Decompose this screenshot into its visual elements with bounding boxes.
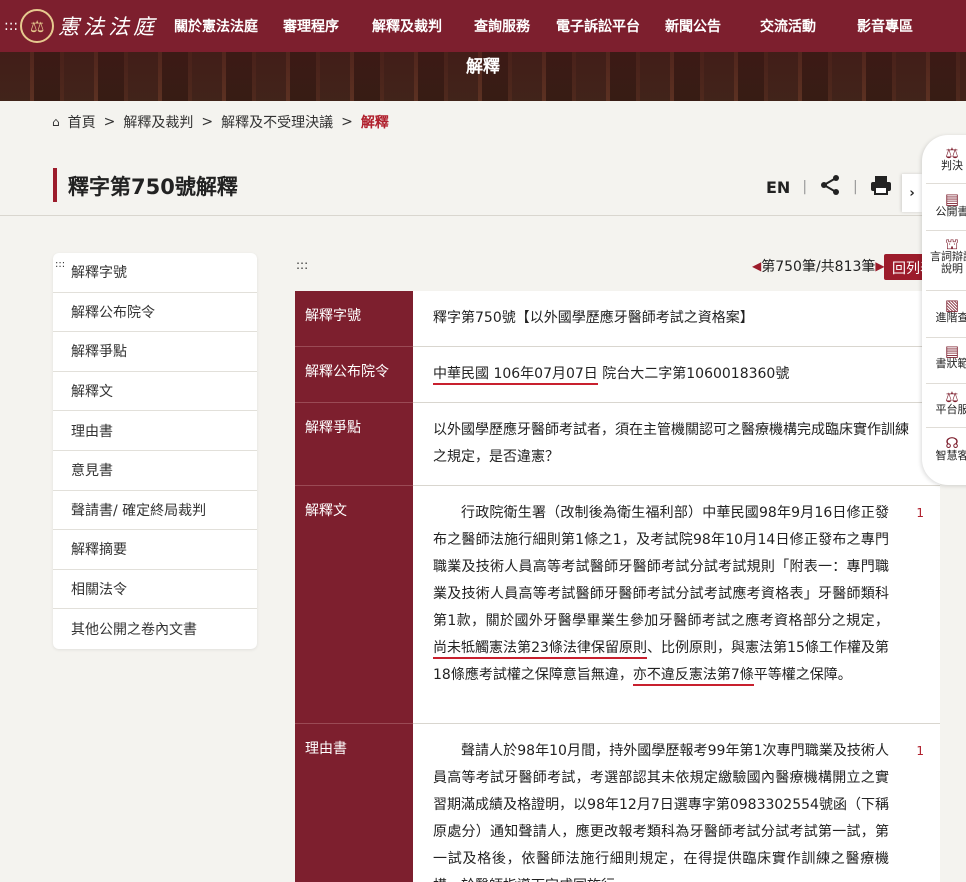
- breadcrumb: ⌂ 首頁 > 解釋及裁判 > 解釋及不受理決議 > 解釋: [52, 112, 389, 132]
- breadcrumb-interpretations[interactable]: 解釋及裁判: [123, 112, 193, 132]
- record-pager: ◀ 第750筆/共813筆 ▶: [752, 256, 885, 276]
- highlighted-phrase: 亦不違反憲法第7條: [632, 667, 754, 686]
- title-accent-bar: [53, 168, 57, 202]
- holding-part: 平等權之保障。: [753, 667, 852, 683]
- quick-link-platform-service[interactable]: ⚖ 平台服: [930, 388, 966, 416]
- quick-link-advanced-search[interactable]: ▧ 進階查: [930, 296, 966, 324]
- footnote-marker[interactable]: 1: [916, 500, 924, 527]
- quick-link-smart-support[interactable]: ☊ 智慧客: [930, 434, 966, 462]
- table-row: 解釋公布院令 中華民國 106年07月07日 院台大二字第1060018360號: [295, 346, 940, 403]
- breadcrumb-separator: >: [341, 114, 353, 130]
- widget-divider: [926, 290, 966, 291]
- side-menu-item[interactable]: 相關法令: [53, 570, 257, 610]
- promulgation-date: 中華民國 106年07月07日: [433, 366, 598, 385]
- print-icon[interactable]: [870, 174, 892, 200]
- order-number: 院台大二字第1060018360號: [597, 366, 790, 382]
- footnote-marker[interactable]: 1: [916, 738, 924, 765]
- nav-item-news[interactable]: 新聞公告: [665, 16, 721, 36]
- row-value: 以外國學歷應牙醫師考試者，須在主管機關認可之醫療機構完成臨床實作訓練之規定，是否…: [413, 402, 940, 486]
- headset-icon: ☊: [945, 434, 959, 452]
- row-value: 聲請人於98年10月間，持外國學歷報考99年第1次專門職業及技術人員高等考試牙醫…: [413, 723, 940, 882]
- breadcrumb-home[interactable]: 首頁: [68, 112, 96, 132]
- row-label: 解釋字號: [295, 291, 413, 347]
- collapse-widget-button[interactable]: ›: [902, 174, 922, 212]
- reasoning-text: 聲請人於98年10月間，持外國學歷報考99年第1次專門職業及技術人員高等考試牙醫…: [433, 743, 889, 882]
- nav-item-query[interactable]: 查詢服務: [474, 16, 530, 36]
- row-label: 解釋公布院令: [295, 346, 413, 403]
- widget-divider: [926, 337, 966, 338]
- breadcrumb-separator: >: [103, 114, 116, 130]
- top-navigation: ::: ⚖ 憲法法庭 關於憲法法庭 審理程序 解釋及裁判 查詢服務 電子訴訟平台…: [0, 0, 966, 52]
- widget-divider: [926, 383, 966, 384]
- side-menu-item[interactable]: 解釋公布院令: [53, 293, 257, 333]
- scales-icon: ⚖: [945, 388, 959, 406]
- side-menu-item[interactable]: 解釋字號: [53, 253, 257, 293]
- language-en-button[interactable]: EN: [766, 178, 790, 197]
- page-title: 釋字第750號解釋: [68, 175, 238, 199]
- nav-item-e-litigation[interactable]: 電子訴訟平台: [556, 16, 640, 36]
- side-menu-item[interactable]: 解釋摘要: [53, 530, 257, 570]
- row-value: 釋字第750號【以外國學歷應牙醫師考試之資格案】: [413, 291, 940, 347]
- scales-icon: ⚖: [945, 144, 959, 162]
- courtroom-icon: ⛫: [945, 235, 959, 253]
- row-label: 解釋爭點: [295, 402, 413, 486]
- side-menu-item[interactable]: 其他公開之卷內文書: [53, 609, 257, 649]
- quick-link-filing-samples[interactable]: ▤ 書狀範: [930, 342, 966, 370]
- nav-item-about[interactable]: 關於憲法法庭: [174, 16, 258, 36]
- side-menu: ::: 解釋字號 解釋公布院令 解釋爭點 解釋文 理由書 意見書 聲請書/ 確定…: [53, 253, 257, 649]
- nav-item-interpretations[interactable]: 解釋及裁判: [372, 16, 442, 36]
- quick-link-public-docs[interactable]: ▤ 公開書: [930, 190, 966, 218]
- nav-item-media[interactable]: 影音專區: [857, 16, 913, 36]
- table-row: 解釋爭點 以外國學歷應牙醫師考試者，須在主管機關認可之醫療機構完成臨床實作訓練之…: [295, 402, 940, 486]
- quick-links-widget: ⚖判決 ▤公開書 ⛫言詞辯論說明 ▧進階查 ▤書狀範 ⚖平台服 ☊智慧客: [922, 135, 966, 485]
- site-name: 憲法法庭: [58, 15, 159, 39]
- row-label: 解釋文: [295, 485, 413, 724]
- side-menu-item[interactable]: 解釋文: [53, 372, 257, 412]
- document-icon: ▤: [944, 190, 960, 208]
- breadcrumb-separator: >: [201, 114, 214, 130]
- side-menu-item[interactable]: 解釋爭點: [53, 332, 257, 372]
- share-icon[interactable]: [819, 174, 841, 200]
- widget-divider: [926, 427, 966, 428]
- header-divider: [0, 215, 966, 216]
- table-row: 解釋文 行政院衛生署（改制後為衛生福利部）中華民國98年9月16日修正發布之醫師…: [295, 485, 940, 724]
- home-icon: ⌂: [52, 115, 60, 129]
- quick-link-oral-argument[interactable]: ⛫言詞辯論說明: [930, 235, 966, 275]
- table-row: 解釋字號 釋字第750號【以外國學歷應牙醫師考試之資格案】: [295, 291, 940, 347]
- side-menu-item[interactable]: 理由書: [53, 411, 257, 451]
- nav-item-events[interactable]: 交流活動: [760, 16, 816, 36]
- table-row: 理由書 聲請人於98年10月間，持外國學歷報考99年第1次專門職業及技術人員高等…: [295, 723, 940, 882]
- quick-link-judgments[interactable]: ⚖ 判決: [930, 144, 966, 172]
- row-value: 中華民國 106年07月07日 院台大二字第1060018360號: [413, 346, 940, 403]
- interpretation-table: 解釋字號 釋字第750號【以外國學歷應牙醫師考試之資格案】 解釋公布院令 中華民…: [295, 291, 940, 882]
- side-menu-item[interactable]: 意見書: [53, 451, 257, 491]
- side-menu-item[interactable]: 聲請書/ 確定終局裁判: [53, 491, 257, 531]
- search-document-icon: ▧: [944, 296, 960, 314]
- row-value: 行政院衛生署（改制後為衛生福利部）中華民國98年9月16日修正發布之醫師法施行細…: [413, 485, 940, 724]
- holding-part: 行政院衛生署（改制後為衛生福利部）中華民國98年9月16日修正發布之醫師法施行細…: [433, 505, 889, 629]
- site-logo[interactable]: ::: ⚖ 憲法法庭: [0, 9, 168, 43]
- tool-separator: |: [802, 179, 808, 195]
- highlighted-phrase: 尚未牴觸憲法第23條法律保留原則: [433, 640, 647, 659]
- document-icon: ▤: [944, 342, 960, 360]
- breadcrumb-current: 解釋: [360, 115, 389, 131]
- accesskey-marker: :::: [4, 18, 19, 34]
- tool-separator: |: [853, 179, 858, 195]
- nav-item-procedure[interactable]: 審理程序: [283, 16, 339, 36]
- accesskey-marker: :::: [296, 258, 309, 272]
- page-tools: EN | | |: [766, 174, 908, 200]
- row-label: 理由書: [295, 723, 413, 882]
- widget-divider: [926, 183, 966, 184]
- banner-title: 解釋: [466, 57, 500, 77]
- prev-record-icon[interactable]: ◀: [752, 259, 761, 273]
- widget-divider: [926, 230, 966, 231]
- record-position: 第750筆/共813筆: [761, 259, 876, 275]
- breadcrumb-decisions[interactable]: 解釋及不受理決議: [221, 112, 333, 132]
- holding-text: 行政院衛生署（改制後為衛生福利部）中華民國98年9月16日修正發布之醫師法施行細…: [433, 500, 889, 689]
- court-seal-icon: ⚖: [20, 9, 55, 43]
